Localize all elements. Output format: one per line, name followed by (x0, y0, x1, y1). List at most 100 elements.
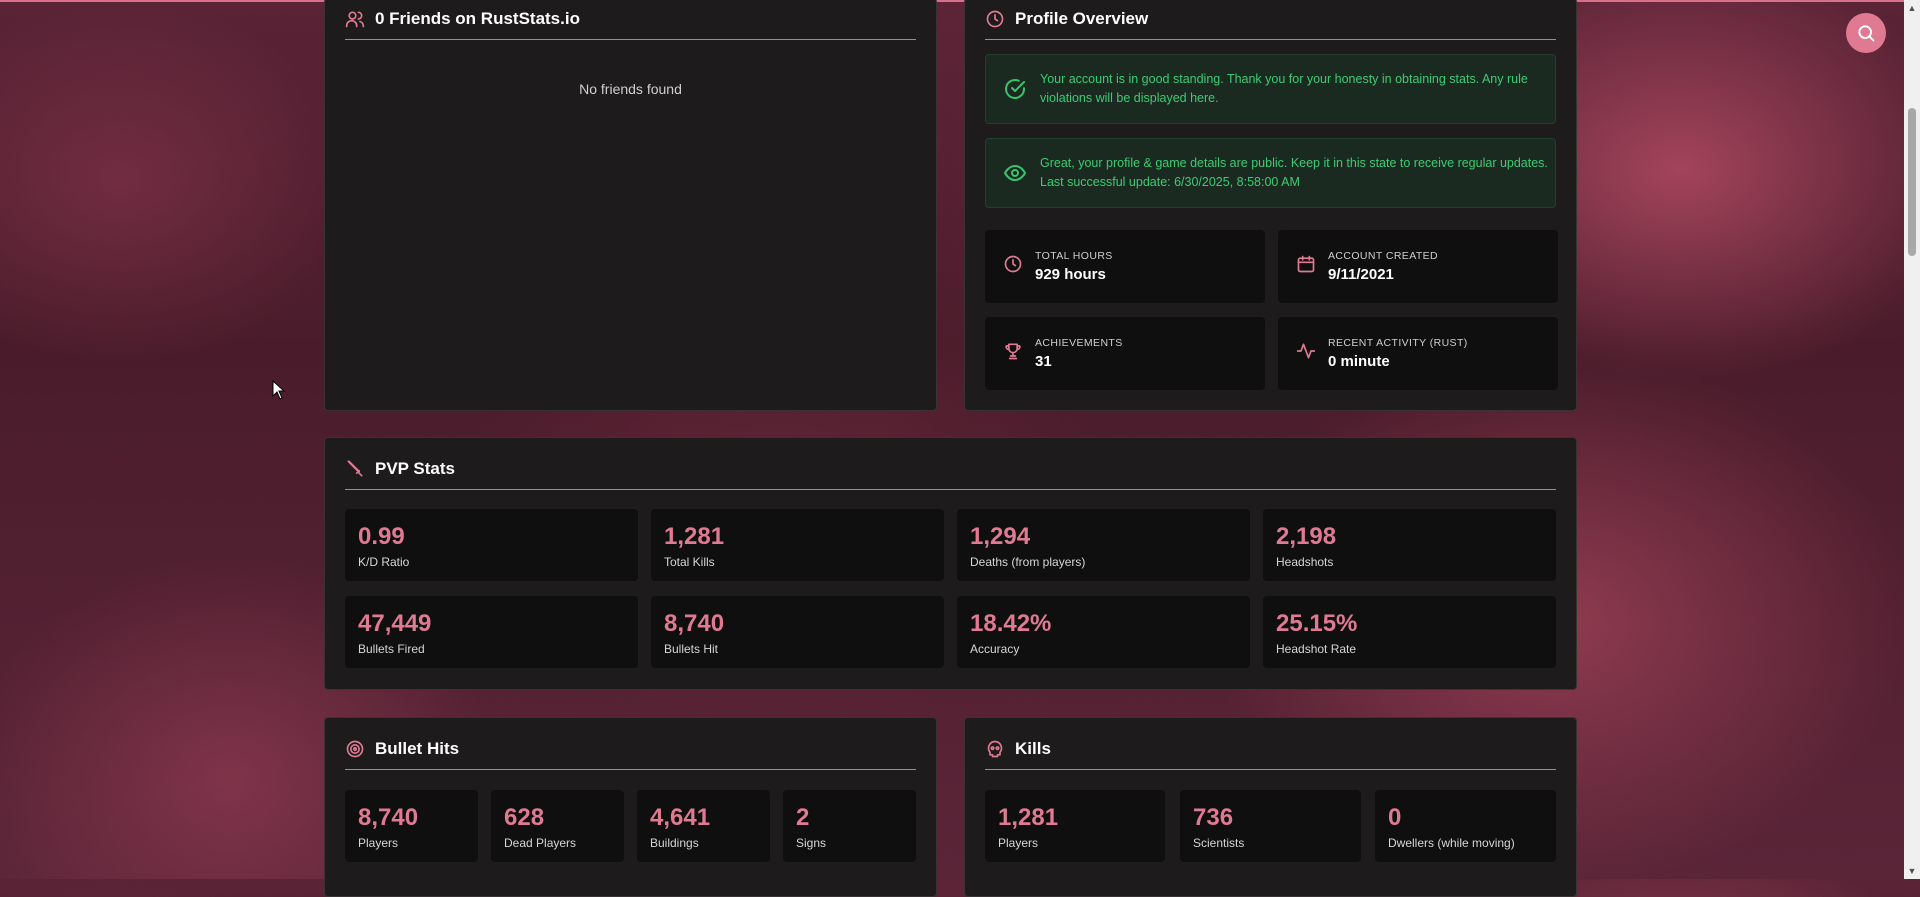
bullet-hits-title: Bullet Hits (375, 739, 460, 758)
kd-ratio-value: 0.99 (358, 523, 405, 550)
eye-icon (1002, 161, 1028, 185)
hits-signs-value: 2 (796, 804, 810, 831)
clock-icon (985, 9, 1005, 29)
total-kills-label: Total Kills (664, 555, 715, 569)
bullets-hit-card: 8,740 Bullets Hit (651, 596, 944, 668)
headshot-rate-value: 25.15% (1276, 610, 1358, 637)
hits-dead-players-card: 628 Dead Players (491, 790, 624, 862)
deaths-value: 1,294 (970, 523, 1031, 550)
kills-scientists-label: Scientists (1193, 836, 1245, 850)
bullets-hit-label: Bullets Hit (664, 642, 719, 656)
headshot-rate-label: Headshot Rate (1276, 642, 1357, 656)
profile-public-line-1: Great, your profile & game details are p… (1040, 156, 1548, 170)
trophy-icon (1003, 341, 1023, 361)
account-standing-line-1: Your account is in good standing. Thank … (1040, 72, 1528, 86)
total-kills-value: 1,281 (664, 523, 725, 550)
achievements-card: ACHIEVEMENTS 31 (985, 317, 1265, 390)
hits-players-value: 8,740 (358, 804, 419, 831)
account-standing-text: Your account is in good standing. Thank … (1040, 70, 1528, 108)
pvp-stats-title: PVP Stats (375, 459, 456, 478)
scroll-down-arrow[interactable]: ▼ (1904, 863, 1920, 879)
search-button[interactable] (1846, 13, 1886, 53)
account-created-card: ACCOUNT CREATED 9/11/2021 (1278, 230, 1558, 303)
bullets-fired-label: Bullets Fired (358, 642, 425, 656)
pvp-stats-panel: PVP Stats 0.99 K/D Ratio 1,281 Total Kil… (324, 437, 1577, 690)
kills-scientists-value: 736 (1193, 804, 1234, 831)
achievements-label: ACHIEVEMENTS (1035, 337, 1123, 349)
headshots-card: 2,198 Headshots (1263, 509, 1556, 581)
bullet-hits-header: Bullet Hits (345, 729, 916, 770)
kills-players-card: 1,281 Players (985, 790, 1165, 862)
clock-icon (1003, 254, 1023, 274)
activity-icon (1296, 341, 1316, 361)
bullet-hits-panel: Bullet Hits 8,740 Players 628 Dead Playe… (324, 717, 937, 897)
target-icon (345, 739, 365, 759)
profile-overview-panel: Profile Overview Your account is in good… (964, 0, 1577, 411)
friends-panel: 0 Friends on RustStats.io No friends fou… (324, 0, 937, 411)
last-update-text: Last successful update: 6/30/2025, 8:58:… (1040, 175, 1300, 189)
kd-ratio-card: 0.99 K/D Ratio (345, 509, 638, 581)
hits-dead-players-value: 628 (504, 804, 545, 831)
skull-icon (985, 739, 1005, 759)
deaths-card: 1,294 Deaths (from players) (957, 509, 1250, 581)
accuracy-value: 18.42% (970, 610, 1052, 637)
hits-players-card: 8,740 Players (345, 790, 478, 862)
bullets-hit-value: 8,740 (664, 610, 725, 637)
friends-panel-header: 0 Friends on RustStats.io (345, 0, 916, 40)
account-standing-line-2: violations will be displayed here. (1040, 91, 1219, 105)
bullets-fired-value: 47,449 (358, 610, 432, 637)
users-icon (345, 9, 365, 29)
bullets-fired-card: 47,449 Bullets Fired (345, 596, 638, 668)
friends-panel-title: 0 Friends on RustStats.io (375, 9, 580, 28)
account-standing-notice: Your account is in good standing. Thank … (985, 54, 1556, 124)
achievements-value: 31 (1035, 353, 1052, 370)
headshots-value: 2,198 (1276, 523, 1337, 550)
profile-public-text: Great, your profile & game details are p… (1040, 154, 1548, 192)
hits-buildings-label: Buildings (650, 836, 699, 850)
calendar-icon (1296, 254, 1316, 274)
hits-buildings-card: 4,641 Buildings (637, 790, 770, 862)
page-scrollbar[interactable]: ▲ ▼ (1904, 0, 1920, 879)
account-created-value: 9/11/2021 (1328, 266, 1394, 283)
total-hours-value: 929 hours (1035, 266, 1106, 283)
top-accent-line (0, 0, 1904, 2)
kills-title: Kills (1015, 739, 1051, 758)
search-icon (1856, 23, 1876, 43)
mouse-cursor (272, 379, 286, 405)
kills-scientists-card: 736 Scientists (1180, 790, 1361, 862)
hits-buildings-value: 4,641 (650, 804, 711, 831)
pvp-stats-header: PVP Stats (345, 449, 1556, 490)
account-created-label: ACCOUNT CREATED (1328, 250, 1439, 262)
kills-panel: Kills 1,281 Players 736 Scientists 0 Dwe… (964, 717, 1577, 897)
recent-activity-label: RECENT ACTIVITY (RUST) (1328, 337, 1468, 349)
no-friends-message: No friends found (579, 81, 682, 97)
hits-signs-label: Signs (796, 836, 827, 850)
check-circle-icon (1002, 77, 1028, 101)
headshots-label: Headshots (1276, 555, 1334, 569)
deaths-label: Deaths (from players) (970, 555, 1086, 569)
hits-signs-card: 2 Signs (783, 790, 916, 862)
recent-activity-value: 0 minute (1328, 353, 1390, 370)
total-kills-card: 1,281 Total Kills (651, 509, 944, 581)
kills-dwellers-label: Dwellers (while moving) (1388, 836, 1515, 850)
total-hours-card: TOTAL HOURS 929 hours (985, 230, 1265, 303)
profile-overview-title: Profile Overview (1015, 9, 1149, 28)
kills-header: Kills (985, 729, 1556, 770)
profile-overview-header: Profile Overview (985, 0, 1556, 40)
accuracy-card: 18.42% Accuracy (957, 596, 1250, 668)
kills-dwellers-value: 0 (1388, 804, 1402, 831)
scroll-up-arrow[interactable]: ▲ (1904, 0, 1920, 16)
kills-players-value: 1,281 (998, 804, 1059, 831)
headshot-rate-card: 25.15% Headshot Rate (1263, 596, 1556, 668)
hits-dead-players-label: Dead Players (504, 836, 577, 850)
recent-activity-card: RECENT ACTIVITY (RUST) 0 minute (1278, 317, 1558, 390)
total-hours-label: TOTAL HOURS (1035, 250, 1113, 262)
profile-public-notice: Great, your profile & game details are p… (985, 138, 1556, 208)
kd-ratio-label: K/D Ratio (358, 555, 410, 569)
scroll-thumb[interactable] (1908, 108, 1916, 256)
sword-icon (345, 459, 365, 479)
kills-dwellers-card: 0 Dwellers (while moving) (1375, 790, 1556, 862)
kills-players-label: Players (998, 836, 1039, 850)
hits-players-label: Players (358, 836, 399, 850)
accuracy-label: Accuracy (970, 642, 1020, 656)
